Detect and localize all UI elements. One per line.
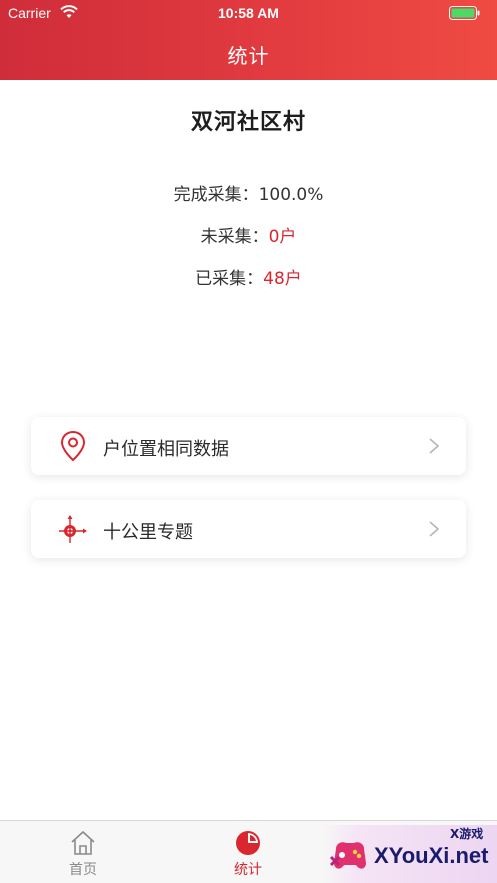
uncollected-value: 0户 [268,227,297,247]
chevron-right-icon [429,438,440,454]
clock: 10:58 AM [218,5,279,21]
tab-label: 统计 [234,862,262,878]
page-title: 统计 [227,44,270,68]
village-name: 双河社区村 [190,110,306,135]
tab-statistics[interactable]: 统计 [188,821,308,883]
collection-summary: 双河社区村 完成采集：100.0% 未采集：0户 已采集：48户 [0,104,497,289]
completed-value: 100.0% [258,185,324,205]
target-crosshair-icon [59,515,87,543]
uncollected-row: 未采集：0户 [0,222,497,247]
menu-item-ten-km-topic[interactable]: 十公里专题 [31,500,466,558]
pie-chart-icon [236,831,260,855]
menu-item-label: 户位置相同数据 [103,439,229,460]
header: Carrier 10:58 AM 统计 [0,0,497,80]
collected-value: 48户 [263,269,302,289]
menu-item-same-location-data[interactable]: 户位置相同数据 [31,417,466,475]
home-icon [71,830,95,855]
menu-item-label: 十公里专题 [103,522,193,543]
collected-label: 已采集： [195,269,264,289]
location-pin-icon [60,430,86,462]
statistics-screen: Carrier 10:58 AM 统计 双河社区村 完成采集：100.0% 未采… [0,0,497,883]
status-bar: Carrier 10:58 AM [0,0,497,26]
watermark: XYouXi.net X游戏 [322,823,497,883]
tab-home[interactable]: 首页 [23,821,143,883]
uncollected-label: 未采集： [200,227,269,247]
gamepad-logo-icon [329,842,366,869]
completed-row: 完成采集：100.0% [0,180,497,205]
collected-row: 已采集：48户 [0,264,497,289]
watermark-small-text: X游戏 [450,827,484,841]
completed-label: 完成采集： [173,185,259,205]
battery-icon [449,6,480,20]
tab-label: 首页 [69,862,97,878]
watermark-text: XYouXi.net [374,843,489,868]
chevron-right-icon [429,521,440,537]
